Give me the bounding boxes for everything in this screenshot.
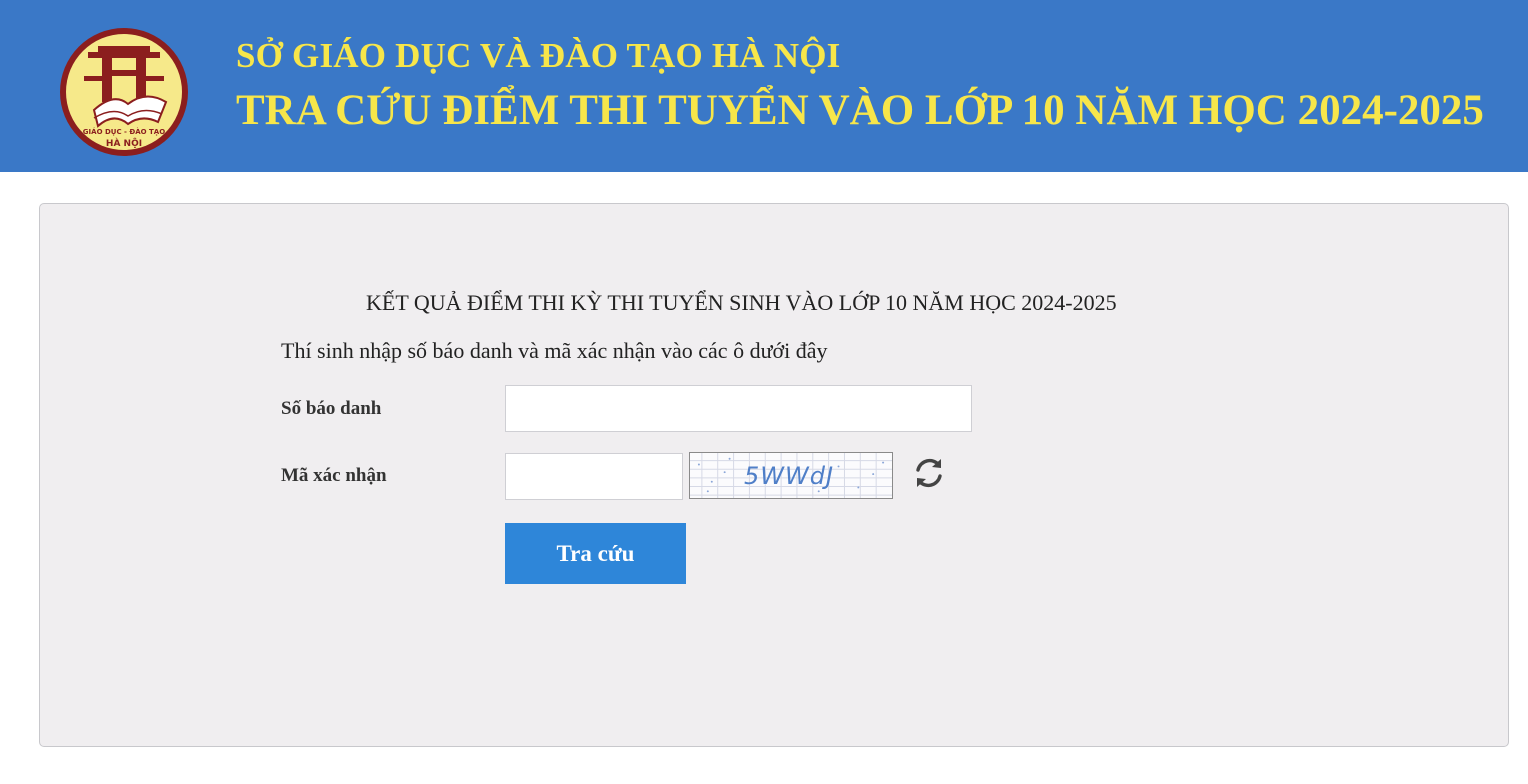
form-title: KẾT QUẢ ĐIỂM THI KỲ THI TUYỂN SINH VÀO L… [366, 290, 1117, 315]
candidate-number-label: Số báo danh [281, 398, 382, 419]
captcha-label: Mã xác nhận [281, 465, 387, 486]
department-name: SỞ GIÁO DỤC VÀ ĐÀO TẠO HÀ NỘI [236, 36, 841, 75]
captcha-code: 5WWdJ [744, 462, 835, 490]
form-instruction: Thí sinh nhập số báo danh và mã xác nhận… [281, 338, 828, 363]
search-button[interactable]: Tra cứu [505, 523, 686, 584]
candidate-number-input[interactable] [505, 385, 972, 432]
captcha-input[interactable] [505, 453, 683, 500]
hanoi-education-logo-icon: GIÁO DỤC - ĐÀO TẠO HÀ NỘI [60, 28, 188, 156]
captcha-image: 5WWdJ [689, 452, 893, 499]
site-header: GIÁO DỤC - ĐÀO TẠO HÀ NỘI SỞ GIÁO DỤC VÀ… [0, 0, 1528, 172]
logo-text-top: GIÁO DỤC - ĐÀO TẠO [83, 127, 165, 136]
refresh-icon[interactable] [910, 454, 948, 492]
page-title: TRA CỨU ĐIỂM THI TUYỂN VÀO LỚP 10 NĂM HỌ… [236, 87, 1484, 134]
logo-text-bottom: HÀ NỘI [106, 137, 142, 149]
